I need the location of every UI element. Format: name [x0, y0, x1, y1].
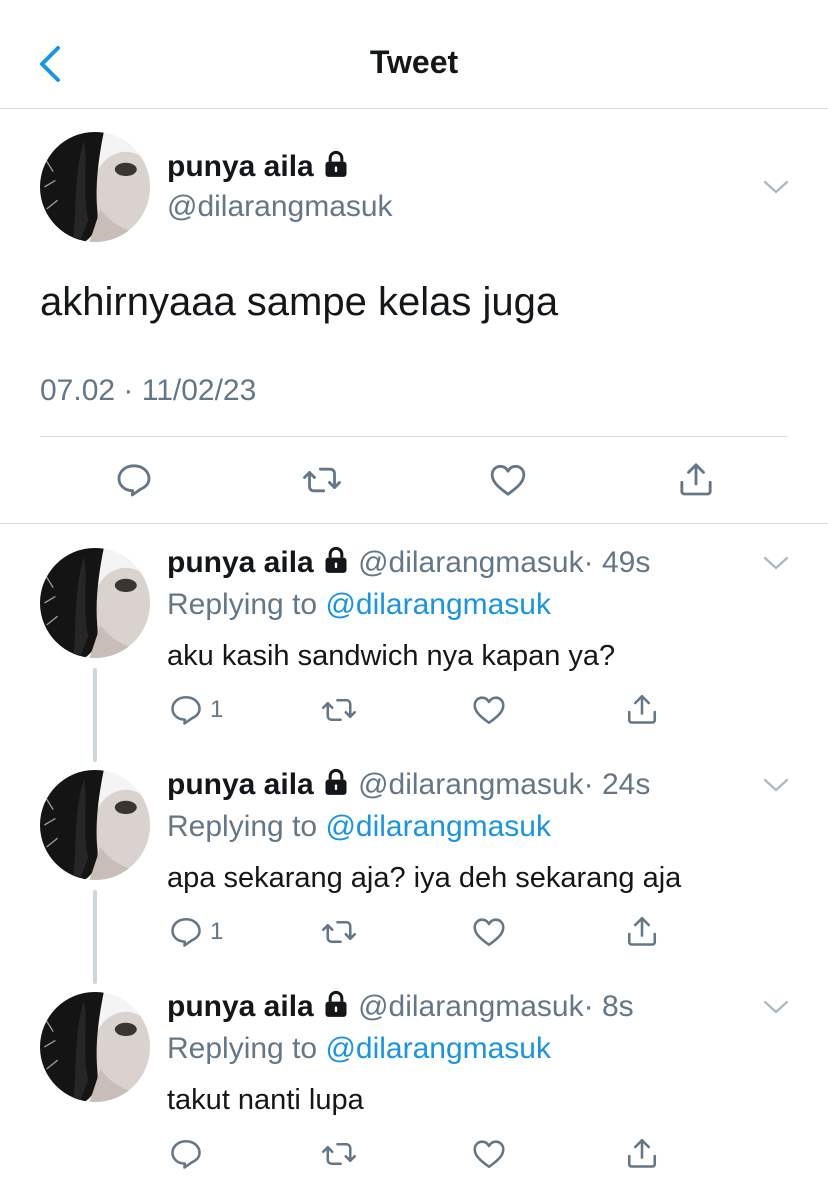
share-icon [624, 690, 660, 728]
reply-button[interactable] [114, 460, 154, 500]
retweet-button[interactable] [301, 460, 343, 500]
reply-count: 1 [210, 696, 224, 723]
lock-icon [322, 990, 350, 1018]
retweet-icon [320, 914, 358, 950]
reply-header: punya aila @dilarangmasuk· 49s [167, 546, 650, 580]
tweet-timestamp[interactable]: 07.02 · 11/02/23 [40, 374, 256, 408]
top-bar: Tweet [0, 0, 828, 109]
reply-icon [168, 1136, 204, 1172]
like-button[interactable] [470, 1136, 508, 1172]
chevron-down-icon[interactable] [762, 178, 790, 196]
avatar[interactable] [40, 770, 150, 880]
share-button[interactable] [624, 690, 660, 728]
retweet-button[interactable] [320, 1136, 358, 1172]
divider [40, 436, 788, 437]
like-button[interactable] [470, 692, 508, 728]
reply-icon [114, 460, 154, 500]
share-button[interactable] [624, 912, 660, 950]
author-name[interactable]: punya aila [167, 768, 314, 801]
retweet-icon [301, 460, 343, 500]
chevron-down-icon[interactable] [762, 998, 790, 1016]
author-handle[interactable]: @dilarangmasuk [358, 768, 584, 801]
reply-time: · 24s [583, 768, 651, 801]
replying-to: Replying to @dilarangmasuk [167, 810, 551, 843]
reply-header: punya aila @dilarangmasuk· 24s [167, 768, 650, 802]
like-icon [470, 1136, 508, 1172]
reply-button[interactable]: 1 [168, 692, 223, 728]
reply-header: punya aila @dilarangmasuk· 8s [167, 990, 634, 1024]
share-icon [624, 1134, 660, 1172]
author-name[interactable]: punya aila [167, 546, 314, 579]
lock-icon [322, 768, 350, 796]
thread-line [93, 668, 97, 762]
thread-line [93, 890, 97, 984]
reply-button[interactable] [168, 1136, 210, 1172]
retweet-icon [320, 1136, 358, 1172]
mention-link[interactable]: @dilarangmasuk [325, 810, 551, 843]
like-button[interactable] [487, 460, 529, 500]
chevron-down-icon[interactable] [762, 554, 790, 572]
author-name[interactable]: punya aila [167, 150, 350, 184]
lock-icon [322, 150, 350, 178]
reply-icon [168, 914, 204, 950]
page-title: Tweet [369, 44, 459, 80]
like-icon [470, 914, 508, 950]
reply-time: · 8s [583, 990, 634, 1023]
replying-to: Replying to @dilarangmasuk [167, 588, 551, 621]
lock-icon [322, 546, 350, 574]
retweet-icon [320, 692, 358, 728]
reply-icon [168, 692, 204, 728]
mention-link[interactable]: @dilarangmasuk [325, 1032, 551, 1065]
reply-time: · 49s [583, 546, 651, 579]
like-button[interactable] [470, 914, 508, 950]
share-icon [624, 912, 660, 950]
avatar[interactable] [40, 132, 150, 242]
mention-link[interactable]: @dilarangmasuk [325, 588, 551, 621]
tweet-text: akhirnyaaa sampe kelas juga [40, 280, 559, 324]
reply-button[interactable]: 1 [168, 914, 223, 950]
retweet-button[interactable] [320, 692, 358, 728]
avatar[interactable] [40, 992, 150, 1102]
reply-text: apa sekarang aja? iya deh sekarang aja [167, 862, 682, 894]
share-button[interactable] [676, 458, 716, 500]
reply-text: aku kasih sandwich nya kapan ya? [167, 640, 616, 672]
author-handle[interactable]: @dilarangmasuk [358, 990, 584, 1023]
author-handle[interactable]: @dilarangmasuk [167, 190, 393, 224]
chevron-down-icon[interactable] [762, 776, 790, 794]
author-handle[interactable]: @dilarangmasuk [358, 546, 584, 579]
divider [0, 523, 828, 524]
author-name[interactable]: punya aila [167, 990, 314, 1023]
reply-count: 1 [210, 918, 224, 945]
like-icon [487, 460, 529, 500]
replying-to: Replying to @dilarangmasuk [167, 1032, 551, 1065]
like-icon [470, 692, 508, 728]
retweet-button[interactable] [320, 914, 358, 950]
reply-text: takut nanti lupa [167, 1084, 364, 1116]
share-button[interactable] [624, 1134, 660, 1172]
share-icon [676, 458, 716, 500]
avatar[interactable] [40, 548, 150, 658]
